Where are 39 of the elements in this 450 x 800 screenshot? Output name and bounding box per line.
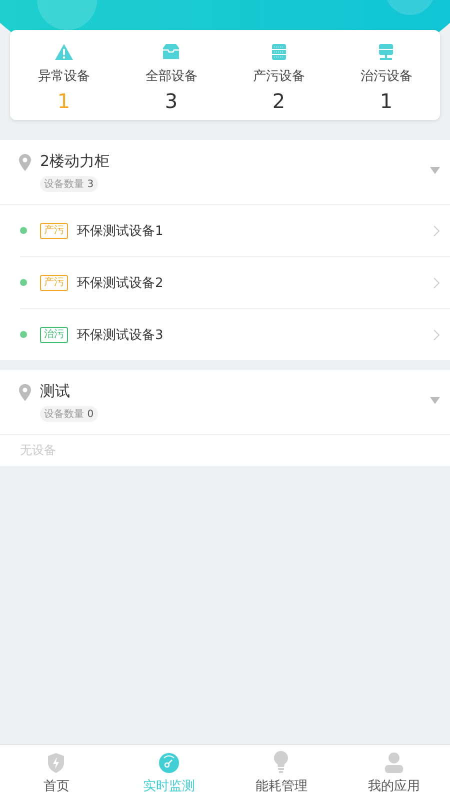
stat-label: 产污设备: [252, 68, 305, 85]
tab[interactable]: 能耗管理: [225, 745, 338, 800]
device-name: 环保测试设备3: [77, 326, 164, 344]
stat-label: 全部设备: [145, 68, 198, 85]
stat-count: 1: [380, 89, 393, 113]
device-row[interactable]: 产污 环保测试设备2: [20, 257, 450, 309]
chevron-right-icon: [433, 224, 440, 236]
device-count: 设备数量 3: [40, 176, 98, 192]
warning-icon: [54, 43, 74, 61]
lightbulb-icon: [272, 750, 290, 774]
tray-icon: [161, 43, 182, 61]
device-row[interactable]: 产污 环保测试设备1: [20, 205, 450, 257]
group-name: 测试: [40, 382, 71, 401]
group-header[interactable]: 测试 设备数量 0: [0, 370, 450, 435]
type-tag: 治污: [40, 326, 68, 342]
stat-label: 治污设备: [360, 68, 412, 85]
device-name: 环保测试设备1: [77, 222, 164, 240]
group-header[interactable]: 2楼动力柜 设备数量 3: [0, 140, 450, 205]
tab[interactable]: 首页: [0, 745, 112, 800]
chevron-right-icon: [433, 328, 440, 340]
person-icon: [382, 752, 405, 774]
chevron-right-icon: [433, 276, 440, 288]
group-name: 2楼动力柜: [40, 152, 111, 171]
stat-count: 2: [272, 89, 286, 113]
server-icon: [378, 43, 394, 61]
stat-label: 异常设备: [38, 68, 90, 85]
gauge-icon: [158, 752, 180, 774]
device-count: 设备数量 0: [40, 406, 98, 422]
shield-icon: [46, 752, 66, 774]
server-icon: [270, 43, 287, 61]
location-pin-icon: [19, 384, 31, 401]
type-tag: 产污: [40, 274, 68, 290]
stat-count: 3: [164, 89, 178, 113]
type-tag: 产污: [40, 222, 68, 238]
device-row[interactable]: 治污 环保测试设备3: [20, 309, 450, 360]
device-name: 环保测试设备2: [77, 274, 164, 292]
stat-count: 1: [57, 89, 70, 113]
location-pin-icon: [19, 154, 31, 171]
tab[interactable]: 我的应用: [338, 745, 450, 800]
